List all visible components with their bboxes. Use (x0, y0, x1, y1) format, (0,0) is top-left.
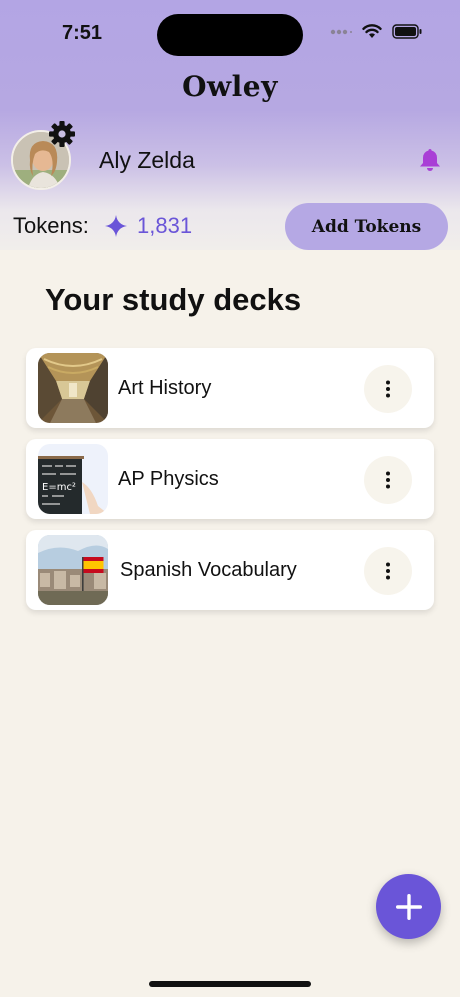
plus-icon (395, 893, 422, 920)
app-title: Owley (182, 70, 278, 103)
home-indicator (149, 981, 311, 987)
status-time: 7:51 (62, 22, 103, 44)
section-title: Your study decks (45, 282, 302, 317)
battery-icon (392, 24, 422, 39)
spanish-vocabulary-thumbnail (38, 535, 108, 605)
sparkle-icon (105, 215, 127, 237)
deck-card-art-history[interactable]: Art History (26, 348, 434, 428)
dynamic-island (157, 14, 303, 56)
status-icons (330, 24, 422, 39)
deck-label: AP Physics (118, 468, 219, 490)
gear-icon[interactable] (48, 120, 76, 148)
add-tokens-button[interactable]: Add Tokens (285, 203, 448, 250)
more-vertical-icon (386, 471, 390, 489)
tokens-label: Tokens: (13, 213, 89, 238)
user-name: Aly Zelda (99, 147, 195, 173)
art-history-thumbnail (38, 353, 108, 423)
deck-card-spanish-vocabulary[interactable]: Spanish Vocabulary (26, 530, 434, 610)
more-vertical-icon (386, 562, 390, 580)
svg-text:E=mc²: E=mc² (42, 482, 76, 493)
deck-menu-button[interactable] (364, 456, 412, 504)
bell-icon[interactable] (418, 147, 442, 173)
tokens-count: 1,831 (137, 213, 193, 238)
deck-card-ap-physics[interactable]: E=mc² AP Physics (26, 439, 434, 519)
status-bar: 7:51 (0, 0, 460, 60)
more-vertical-icon (386, 380, 390, 398)
deck-menu-button[interactable] (364, 547, 412, 595)
deck-label: Art History (118, 377, 212, 399)
deck-menu-button[interactable] (364, 365, 412, 413)
deck-label: Spanish Vocabulary (120, 559, 297, 581)
add-deck-button[interactable] (376, 874, 441, 939)
cellular-signal-icon (330, 29, 352, 34)
ap-physics-thumbnail: E=mc² (38, 444, 108, 514)
wifi-icon (362, 24, 382, 38)
